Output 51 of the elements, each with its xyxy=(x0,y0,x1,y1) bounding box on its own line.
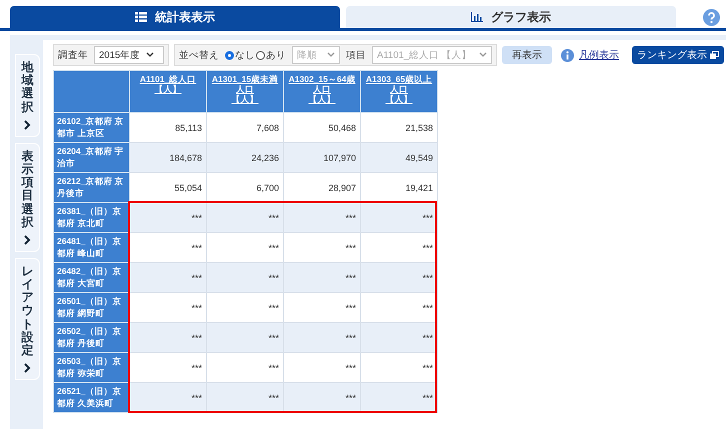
table-cell: *** xyxy=(130,322,206,352)
table-cell: *** xyxy=(206,382,284,412)
table-cell: *** xyxy=(360,262,438,292)
item-label: 項目 xyxy=(346,48,366,62)
table-cell: *** xyxy=(284,382,360,412)
ranking-button[interactable]: ランキング表示 xyxy=(632,46,724,64)
row-header: 26502_（旧）京都府 丹後町 xyxy=(54,322,130,352)
side-tab[interactable]: 表示項目選択 xyxy=(15,142,40,252)
column-header[interactable]: A1101_総人口 【人】 xyxy=(130,70,206,112)
side-tab[interactable]: レイアウト設定 xyxy=(15,258,40,380)
row-header: 26482_（旧）京都府 大宮町 xyxy=(54,262,130,292)
row-header: 26212_京都府 京丹後市 xyxy=(54,172,130,202)
table-cell: *** xyxy=(130,202,206,232)
table-cell: 24,236 xyxy=(206,142,284,172)
side-tab-label: レイアウト設定 xyxy=(22,264,34,358)
radio-label: なし xyxy=(235,48,255,62)
table-cell: 107,970 xyxy=(284,142,360,172)
legend-link[interactable]: 凡例表示 xyxy=(579,48,619,62)
sort-label: 並べ替え xyxy=(179,48,219,62)
table-cell: *** xyxy=(130,382,206,412)
row-header: 26381_（旧）京都府 京北町 xyxy=(54,202,130,232)
column-header[interactable]: A1301_15歳未満人口 【人】 xyxy=(206,70,284,112)
table-cell: *** xyxy=(360,322,438,352)
table-cell: 49,549 xyxy=(360,142,438,172)
year-label: 調査年 xyxy=(58,48,88,62)
table-cell: *** xyxy=(284,202,360,232)
table-cell: *** xyxy=(206,322,284,352)
tab[interactable]: 統計表表示 xyxy=(10,6,340,28)
column-header[interactable]: A1303_65歳以上人口 【人】 xyxy=(360,70,438,112)
table-cell: *** xyxy=(360,202,438,232)
side-tab-label: 地域選択 xyxy=(22,61,34,114)
row-header: 26503_（旧）京都府 弥栄町 xyxy=(54,352,130,382)
row-header: 26521_（旧）京都府 久美浜町 xyxy=(54,382,130,412)
refresh-button[interactable]: 再表示 xyxy=(502,46,552,64)
tab[interactable]: グラフ表示 xyxy=(346,6,676,28)
radio-label: あり xyxy=(266,48,286,62)
year-select[interactable]: 2015年度 xyxy=(94,46,164,64)
table-cell: *** xyxy=(360,382,438,412)
row-header: 26481_（旧）京都府 峰山町 xyxy=(54,232,130,262)
table-cell: *** xyxy=(206,202,284,232)
row-header: 26204_京都府 宇治市 xyxy=(54,142,130,172)
row-header: 26102_京都府 京都市 上京区 xyxy=(54,112,130,142)
side-tab[interactable]: 地域選択 xyxy=(15,54,40,137)
table-cell: *** xyxy=(206,262,284,292)
table-cell: *** xyxy=(130,262,206,292)
row-header: 26501_（旧）京都府 網野町 xyxy=(54,292,130,322)
table-cell: *** xyxy=(284,262,360,292)
column-header[interactable]: A1302_15～64歳人口 【人】 xyxy=(284,70,360,112)
table-cell: *** xyxy=(284,322,360,352)
table-cell: 184,678 xyxy=(130,142,206,172)
side-tab-label: 表示項目選択 xyxy=(22,150,34,229)
